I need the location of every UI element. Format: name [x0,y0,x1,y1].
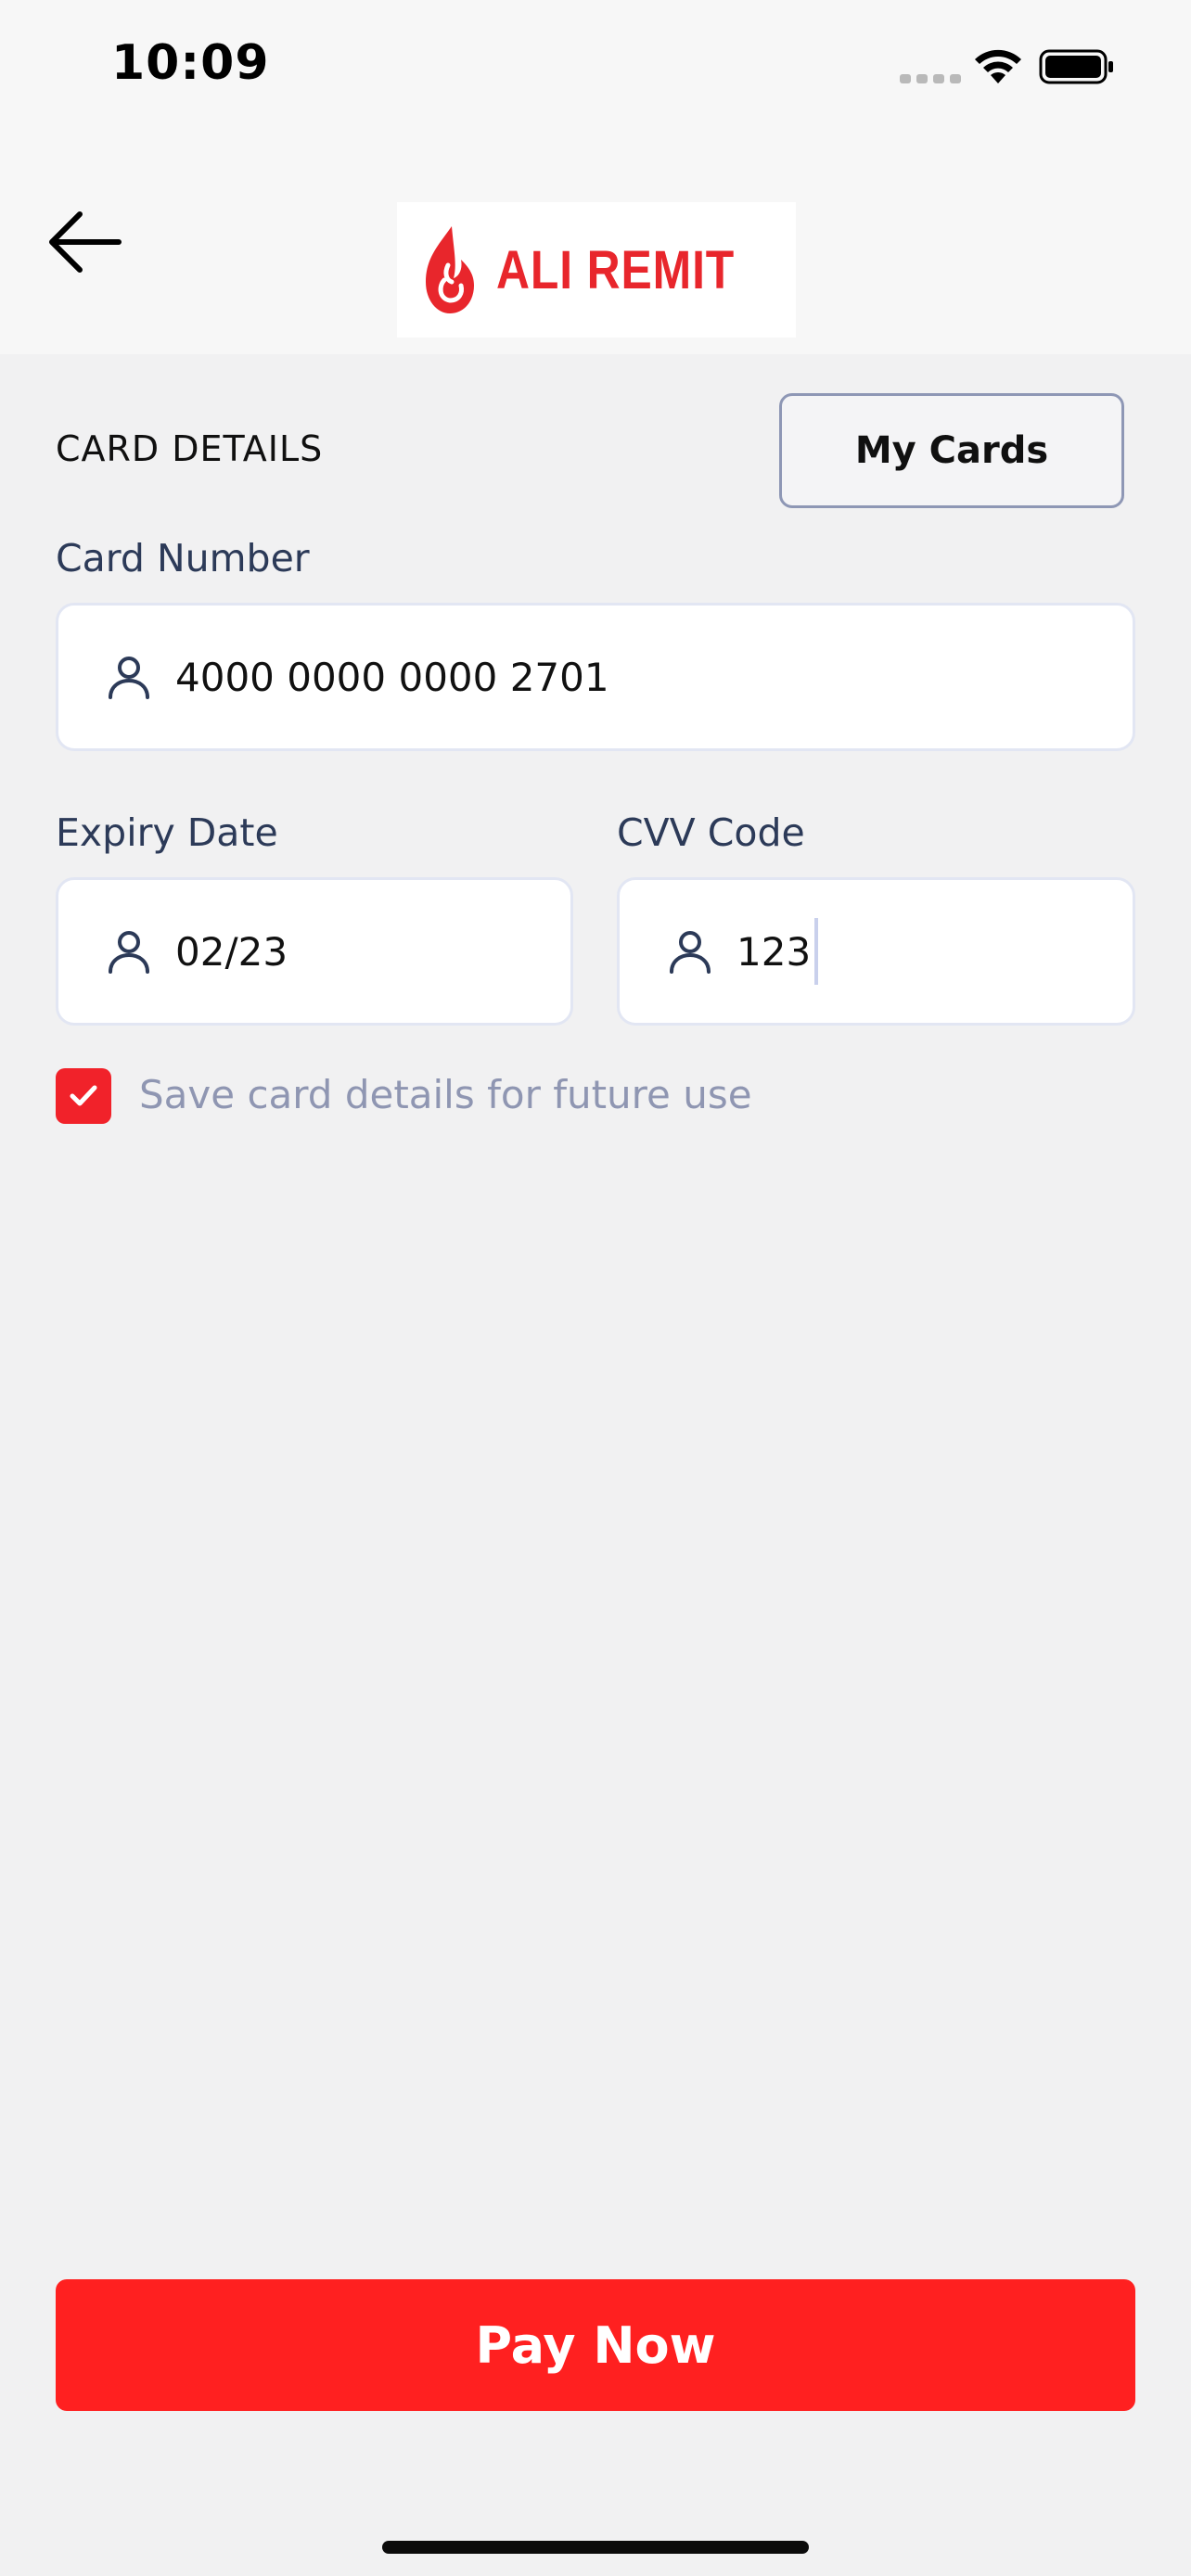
home-indicator [382,2541,809,2554]
user-icon [109,657,149,699]
save-card-checkbox[interactable] [56,1068,111,1124]
section-title: CARD DETAILS [56,428,324,469]
payment-screen: 10:09 ALI REMIT CARD DETAILS My Cards Ca… [0,0,1191,2576]
user-icon [109,931,149,974]
card-number-label: Card Number [56,536,310,580]
expiry-date-field[interactable]: 02/23 [56,877,573,1026]
brand-logo: ALI REMIT [397,202,796,338]
pay-now-button[interactable]: Pay Now [56,2279,1135,2411]
text-cursor [814,918,819,985]
user-icon [670,931,711,974]
checkmark-icon [70,1085,97,1106]
logo-text: ALI REMIT [495,239,735,300]
card-number-field[interactable]: 4000 0000 0000 2701 [56,603,1135,751]
status-time: 10:09 [111,35,270,91]
battery-icon [1039,49,1113,84]
save-card-label: Save card details for future use [139,1072,752,1117]
expiry-date-label: Expiry Date [56,810,278,855]
cvv-code-field[interactable]: 123 [617,877,1135,1026]
expiry-date-value: 02/23 [175,928,288,975]
cvv-code-label: CVV Code [617,810,805,855]
wifi-icon [975,49,1021,83]
flame-logo-icon [425,226,474,313]
my-cards-button[interactable]: My Cards [779,393,1124,508]
back-arrow-icon[interactable] [46,210,122,274]
signal-icon [900,74,961,83]
cvv-code-value: 123 [736,928,812,975]
header-bar: 10:09 ALI REMIT [0,0,1191,354]
card-number-value: 4000 0000 0000 2701 [175,654,609,700]
